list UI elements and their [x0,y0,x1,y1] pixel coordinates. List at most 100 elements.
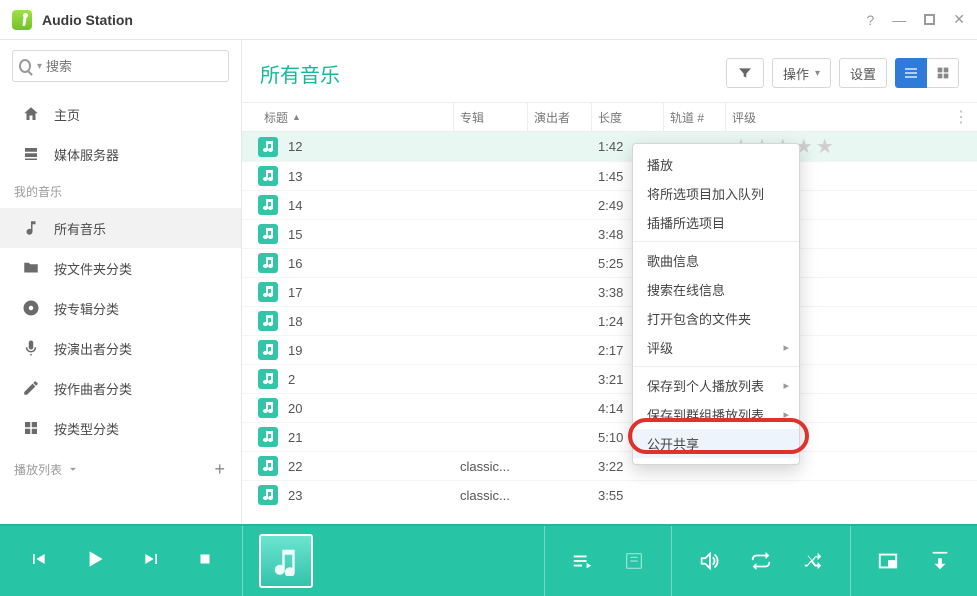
track-album: classic... [454,488,528,503]
track-icon [258,311,278,331]
sidebar: ▾ 主页 媒体服务器 我的音乐 所有音乐 按文件夹分类 [0,40,242,524]
col-length[interactable]: 长度 [592,103,664,131]
mini-player-button[interactable] [877,550,899,572]
shuffle-button[interactable] [802,550,824,572]
track-title: 14 [288,198,302,213]
track-row[interactable]: 192:17 [242,335,977,364]
col-album[interactable]: 专辑 [454,103,528,131]
column-menu-button[interactable]: ⋮ [953,107,969,127]
track-row[interactable]: 142:49 [242,190,977,219]
disc-icon [22,299,40,317]
settings-button[interactable]: 设置 [839,58,887,88]
lyrics-button[interactable] [623,550,645,572]
next-track-button[interactable] [142,549,162,574]
track-row[interactable]: 121:42★★★★★ [242,132,977,161]
ctx-insert-selected[interactable]: 插播所选项目 [633,208,799,237]
track-icon [258,369,278,389]
app-title: Audio Station [42,12,133,28]
track-row[interactable]: 23:21 [242,364,977,393]
view-grid-button[interactable] [927,58,959,88]
ctx-public-share[interactable]: 公开共享 [633,429,799,458]
actions-dropdown[interactable]: 操作 ▾ [772,58,831,88]
search-input[interactable] [46,59,222,74]
now-playing-art[interactable] [259,534,313,588]
track-title: 22 [288,459,302,474]
track-row[interactable]: 153:48 [242,219,977,248]
sidebar-item-by-artist[interactable]: 按演出者分类 [0,328,241,368]
sidebar-item-media-server[interactable]: 媒体服务器 [0,134,241,174]
volume-button[interactable] [698,550,720,572]
help-button[interactable]: ? [866,12,874,28]
track-title: 21 [288,430,302,445]
ctx-song-info[interactable]: 歌曲信息 [633,246,799,275]
track-album: classic... [454,459,528,474]
track-icon [258,195,278,215]
ctx-separator [633,366,799,367]
maximize-button[interactable] [924,12,935,28]
sidebar-item-home[interactable]: 主页 [0,94,241,134]
track-row[interactable]: 131:45 [242,161,977,190]
minimize-button[interactable]: — [892,12,906,28]
play-button[interactable] [82,546,108,577]
track-title: 20 [288,401,302,416]
col-track[interactable]: 轨道 # [664,103,726,131]
ctx-save-group-playlist[interactable]: 保存到群组播放列表 [633,400,799,429]
col-title[interactable]: 标题▲ [258,103,454,131]
col-artist[interactable]: 演出者 [528,103,592,131]
filter-button[interactable] [726,58,764,88]
sidebar-item-all-music[interactable]: 所有音乐 [0,208,241,248]
track-row[interactable]: 215:10 [242,422,977,451]
track-row[interactable]: 204:14 [242,393,977,422]
repeat-button[interactable] [750,550,772,572]
title-bar: Audio Station ? — ✕ [0,0,977,40]
track-title: 2 [288,372,295,387]
sort-asc-icon: ▲ [292,112,301,122]
sidebar-item-by-album[interactable]: 按专辑分类 [0,288,241,328]
track-row[interactable]: 181:24 [242,306,977,335]
track-icon [258,137,278,157]
chevron-down-icon[interactable] [66,462,80,476]
ctx-rating[interactable]: 评级 [633,333,799,362]
track-icon [258,456,278,476]
track-icon [258,282,278,302]
sidebar-item-by-folder[interactable]: 按文件夹分类 [0,248,241,288]
track-row[interactable]: 165:25 [242,248,977,277]
track-icon [258,253,278,273]
ctx-play[interactable]: 播放 [633,150,799,179]
add-playlist-button[interactable]: + [214,460,225,478]
track-row[interactable]: 173:38 [242,277,977,306]
sidebar-item-by-genre[interactable]: 按类型分类 [0,408,241,448]
track-row[interactable]: 23classic...3:55 [242,480,977,509]
collapse-button[interactable] [929,550,951,572]
track-length: 3:55 [592,488,664,503]
queue-button[interactable] [571,550,593,572]
home-icon [22,105,40,123]
sidebar-item-by-composer[interactable]: 按作曲者分类 [0,368,241,408]
track-title: 12 [288,139,302,154]
ctx-separator [633,241,799,242]
ctx-save-personal-playlist[interactable]: 保存到个人播放列表 [633,371,799,400]
track-icon [258,340,278,360]
track-icon [258,398,278,418]
ctx-add-to-queue[interactable]: 将所选项目加入队列 [633,179,799,208]
track-icon [258,485,278,505]
stop-button[interactable] [196,550,214,573]
track-row[interactable]: 22classic...3:22 [242,451,977,480]
search-scope-caret-icon[interactable]: ▾ [37,61,42,72]
track-title: 18 [288,314,302,329]
category-icon [22,419,40,437]
close-button[interactable]: ✕ [953,11,965,28]
view-list-button[interactable] [895,58,927,88]
track-title: 17 [288,285,302,300]
sidebar-label-media-server: 媒体服务器 [54,145,119,164]
player-bar [0,524,977,596]
ctx-open-folder[interactable]: 打开包含的文件夹 [633,304,799,333]
col-rating[interactable]: 评级 [726,103,977,131]
search-icon [19,59,31,73]
search-box[interactable]: ▾ [12,50,229,82]
ctx-search-online[interactable]: 搜索在线信息 [633,275,799,304]
column-headers: 标题▲ 专辑 演出者 长度 轨道 # 评级 ⋮ [242,102,977,132]
prev-track-button[interactable] [28,549,48,574]
pencil-icon [22,379,40,397]
track-icon [258,224,278,244]
